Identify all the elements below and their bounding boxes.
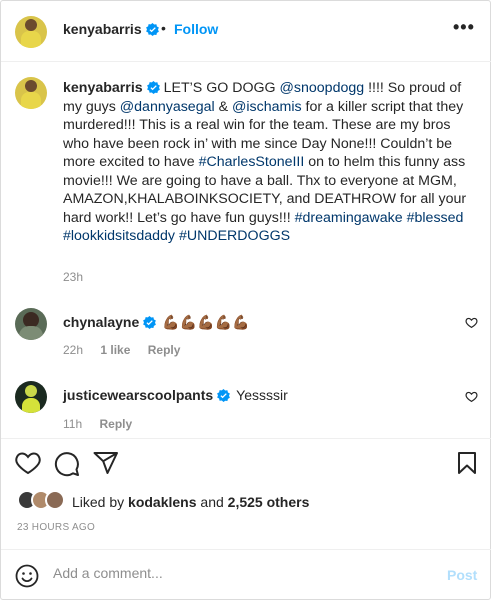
comment-username-text[interactable]: chynalayne <box>63 314 139 330</box>
post-container: kenyabarris • Follow ••• kenyabarris LET… <box>0 0 491 600</box>
comment-text: Yessssir <box>236 387 288 403</box>
caption-body: LET’S GO DOGG @snoopdogg !!!! So proud o… <box>63 80 466 244</box>
save-icon[interactable] <box>457 451 477 475</box>
comment-text: 💪🏾💪🏾💪🏾💪🏾💪🏾 <box>162 314 250 330</box>
follow-button[interactable]: Follow <box>174 21 218 37</box>
mention-link[interactable]: @snoopdogg <box>280 80 365 96</box>
comment-username[interactable]: chynalayne 💪🏾💪🏾💪🏾💪🏾💪🏾 <box>63 314 249 331</box>
verified-badge-icon <box>143 316 157 329</box>
caption-time[interactable]: 23h <box>63 270 83 284</box>
caption-avatar[interactable] <box>15 77 47 109</box>
reply-button[interactable]: Reply <box>99 417 132 431</box>
more-options-icon[interactable]: ••• <box>453 17 475 38</box>
header-username[interactable]: kenyabarris <box>63 21 159 37</box>
share-icon[interactable] <box>93 451 119 475</box>
likes-prefix: Liked by <box>72 494 129 510</box>
comment-time[interactable]: 22h <box>63 343 83 357</box>
header-username-text[interactable]: kenyabarris <box>63 21 142 37</box>
emoji-icon[interactable] <box>15 564 39 588</box>
likes-middle: and <box>196 494 228 510</box>
heart-icon[interactable] <box>465 316 478 329</box>
verified-badge-icon <box>217 389 231 402</box>
caption-text-segment: & <box>214 98 232 115</box>
liker-username[interactable]: kodaklens <box>128 494 196 510</box>
verified-badge-icon <box>146 81 160 94</box>
likes-count[interactable]: 2,525 others <box>228 494 310 510</box>
mention-link[interactable]: @ischamis <box>232 99 302 115</box>
comment-time[interactable]: 11h <box>63 417 82 431</box>
comment-username[interactable]: justicewearscoolpants Yessssir <box>63 387 288 403</box>
comment-icon[interactable] <box>54 451 80 477</box>
reply-button[interactable]: Reply <box>148 343 181 357</box>
post-button[interactable]: Post <box>447 567 477 583</box>
avatar[interactable] <box>15 16 47 48</box>
add-comment-bar: Post <box>1 549 491 600</box>
hashtag-link[interactable]: #CharlesStoneIII <box>199 154 305 170</box>
comment-likes[interactable]: 1 like <box>100 343 130 357</box>
post-header: kenyabarris • Follow ••• <box>1 1 491 62</box>
hashtag-link[interactable]: #lookkidsitsdaddy <box>63 228 175 244</box>
comment-input[interactable] <box>53 565 413 581</box>
hashtag-link[interactable]: #dreamingawake <box>295 210 403 226</box>
caption-username[interactable]: kenyabarris <box>63 80 143 96</box>
hashtag-link[interactable]: #UNDERDOGGS <box>179 228 290 244</box>
separator-dot: • <box>161 20 166 36</box>
avatar[interactable] <box>15 308 47 340</box>
mention-link[interactable]: @dannyasegal <box>120 99 215 115</box>
verified-badge-icon <box>145 23 159 36</box>
caption-text: kenyabarris LET’S GO DOGG @snoopdogg !!!… <box>63 79 475 246</box>
action-bar <box>1 438 491 488</box>
comment-meta: 22h 1 like Reply <box>63 343 194 357</box>
comment-username-text[interactable]: justicewearscoolpants <box>63 387 213 403</box>
caption-text-segment: LET’S GO DOGG <box>163 80 280 96</box>
heart-icon[interactable] <box>15 451 41 475</box>
likes-text: Liked by kodaklens and 2,525 others <box>72 494 309 510</box>
avatar[interactable] <box>15 381 47 413</box>
post-timestamp[interactable]: 23 HOURS AGO <box>17 522 95 533</box>
comment-meta: 11h Reply <box>63 417 146 431</box>
heart-icon[interactable] <box>465 390 478 403</box>
liker-avatar[interactable] <box>45 490 65 510</box>
hashtag-link[interactable]: #blessed <box>407 210 464 226</box>
